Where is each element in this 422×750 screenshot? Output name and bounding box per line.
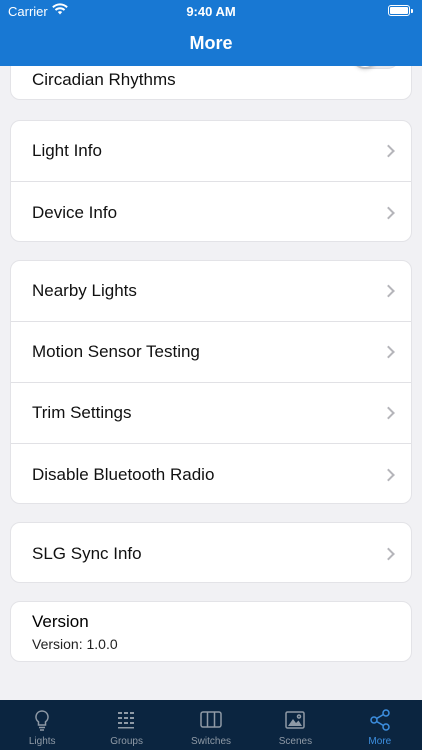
tab-label: More	[368, 736, 392, 747]
motion-sensor-testing-row[interactable]: Motion Sensor Testing	[11, 322, 411, 383]
tools-card: Nearby Lights Motion Sensor Testing Trim…	[10, 260, 412, 504]
tab-label: Switches	[191, 736, 232, 747]
info-card: Light Info Device Info	[10, 120, 412, 242]
tab-switches[interactable]: Switches	[169, 700, 253, 750]
disable-bluetooth-label: Disable Bluetooth Radio	[32, 464, 215, 484]
version-title: Version	[32, 612, 89, 631]
chevron-right-icon	[382, 468, 395, 481]
lightbulb-icon	[35, 710, 49, 731]
tab-bar: Lights Groups Switches Scenes More	[0, 700, 422, 750]
tab-label: Lights	[28, 736, 56, 747]
disable-bluetooth-row[interactable]: Disable Bluetooth Radio	[11, 444, 411, 503]
tab-lights[interactable]: Lights	[0, 700, 84, 750]
light-info-label: Light Info	[32, 141, 102, 160]
device-info-label: Device Info	[32, 202, 118, 222]
tab-label: Groups	[110, 736, 143, 747]
slg-sync-info-row[interactable]: SLG Sync Info	[11, 523, 411, 582]
version-value: Version: 1.0.0	[32, 636, 118, 652]
trim-settings-row[interactable]: Trim Settings	[11, 383, 411, 444]
page-title: More	[189, 33, 233, 53]
nearby-lights-row[interactable]: Nearby Lights	[11, 261, 411, 322]
groups-icon	[117, 712, 134, 729]
status-time: 9:40 AM	[186, 4, 236, 19]
device-info-row[interactable]: Device Info	[11, 182, 411, 241]
chevron-right-icon	[382, 547, 395, 560]
chevron-right-icon	[382, 284, 395, 298]
tab-more[interactable]: More	[338, 700, 422, 750]
status-bar: Carrier 9:40 AM	[0, 0, 422, 22]
chevron-right-icon	[382, 406, 395, 420]
switches-icon	[200, 711, 222, 728]
settings-list[interactable]: Circadian Rhythms Light Info Device Info…	[0, 66, 422, 700]
circadian-rhythms-toggle[interactable]	[351, 66, 401, 69]
tab-label: Scenes	[278, 736, 313, 747]
toggle-knob	[353, 66, 377, 67]
nearby-lights-label: Nearby Lights	[32, 281, 137, 300]
navigation-header: Carrier 9:40 AM More	[0, 0, 422, 66]
tab-scenes[interactable]: Scenes	[253, 700, 337, 750]
sync-card: SLG Sync Info	[10, 522, 412, 583]
scenes-icon	[285, 711, 306, 729]
chevron-right-icon	[382, 206, 395, 219]
share-icon	[370, 709, 390, 731]
battery-icon	[388, 5, 413, 16]
tab-groups[interactable]: Groups	[84, 700, 168, 750]
chevron-right-icon	[382, 345, 395, 359]
circadian-card: Circadian Rhythms	[10, 66, 412, 100]
motion-sensor-testing-label: Motion Sensor Testing	[32, 342, 200, 361]
version-card: Version Version: 1.0.0	[10, 601, 412, 662]
trim-settings-label: Trim Settings	[32, 403, 132, 422]
chevron-right-icon	[382, 144, 395, 158]
circadian-rhythms-label: Circadian Rhythms	[32, 70, 176, 89]
light-info-row[interactable]: Light Info	[11, 121, 411, 182]
slg-sync-info-label: SLG Sync Info	[32, 543, 142, 563]
